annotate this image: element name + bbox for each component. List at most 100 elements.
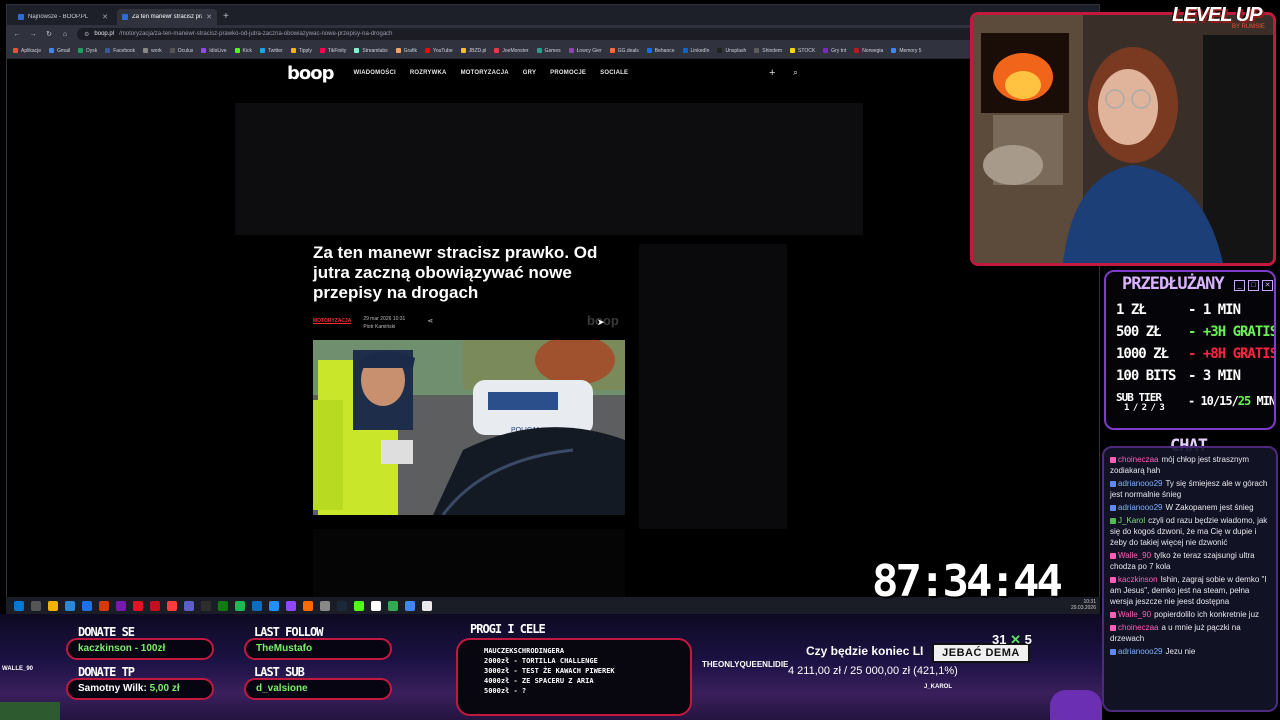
bookmark-item[interactable]: Aplikacje — [13, 48, 41, 54]
taskbar-app-icon[interactable] — [14, 600, 24, 611]
chat-panel: choineczaa mój chłop jest strasznym zodia… — [1102, 446, 1278, 712]
taskbar-app-icon[interactable] — [48, 600, 58, 611]
bookmark-item[interactable]: Unsplash — [717, 48, 746, 54]
taskbar-app-icon[interactable] — [218, 600, 228, 611]
taskbar-app-icon[interactable] — [184, 600, 194, 611]
scroller-text: THEONLYQUEENLIDIE — [702, 660, 789, 669]
taskbar-app-icon[interactable] — [320, 600, 330, 611]
taskbar-app-icon[interactable] — [99, 600, 109, 611]
taskbar-app-icon[interactable] — [65, 600, 75, 611]
bookmark-item[interactable]: Gmail — [49, 48, 70, 54]
bookmark-item[interactable]: Norwegia — [854, 48, 883, 54]
taskbar-app-icon[interactable] — [235, 600, 245, 611]
taskbar-app-icon[interactable] — [133, 600, 143, 611]
sub-tier-minutes: - 10/15/25 MIN — [1188, 394, 1274, 408]
progi-row: 5000zł - ? — [484, 687, 527, 695]
taskbar-app-icon[interactable] — [422, 600, 432, 611]
article-author[interactable]: Piotr Kamiński — [363, 323, 405, 331]
plus-icon[interactable]: + — [769, 67, 775, 79]
bookmark-item[interactable]: STOCK — [790, 48, 815, 54]
bookmark-item[interactable]: Dysk — [78, 48, 97, 54]
taskbar-app-icon[interactable] — [82, 600, 92, 611]
share-icon[interactable]: ⋖ — [427, 317, 433, 325]
bookmark-item[interactable]: IdioLive — [201, 48, 227, 54]
search-icon[interactable]: ⌕ — [793, 67, 798, 78]
home-icon[interactable]: ⌂ — [61, 31, 69, 38]
taskbar-app-icon[interactable] — [337, 600, 347, 611]
bookmark-item[interactable]: Streamlabs — [354, 48, 388, 54]
bookmark-item[interactable]: Gry tnt — [823, 48, 846, 54]
bookmark-item[interactable]: Grafik — [395, 48, 417, 54]
last-sub-label: LAST SUB — [254, 665, 305, 679]
taskbar-clock[interactable]: 10:31 29.03.2026 — [1071, 599, 1096, 611]
taskbar-app-icon[interactable] — [371, 600, 381, 611]
bookmark-item[interactable]: TikFinity — [319, 48, 346, 54]
nav-wiadomosci[interactable]: WIADOMOŚCI — [354, 70, 396, 76]
taskbar-app-icon[interactable] — [269, 600, 279, 611]
bookmark-item[interactable]: JBZD.pl — [460, 48, 486, 54]
tab-najnowsze[interactable]: Najnowsze - BOOP.PL ✕ — [13, 9, 113, 25]
chat-badge-icon — [1110, 504, 1116, 511]
bookmark-item[interactable]: YouTube — [424, 48, 453, 54]
progi-panel: MAUCZEKSCHRODINGERA 2000zł - TORTILLA CHA… — [456, 638, 692, 716]
back-icon[interactable]: ← — [13, 31, 21, 38]
url-input[interactable]: ⚙ boop.pl/motoryzacja/za-ten-manewr-stra… — [77, 28, 1093, 40]
chat-message: choineczaa a u mnie już pączki na drzewac… — [1110, 622, 1270, 644]
nav-motoryzacja[interactable]: MOTORYZACJA — [461, 70, 509, 76]
nav-rozrywka[interactable]: ROZRYWKA — [410, 70, 447, 76]
taskbar-app-icon[interactable] — [31, 600, 41, 611]
browser-window: Najnowsze - BOOP.PL ✕ Za ten manewr stra… — [6, 4, 1100, 614]
bookmark-item[interactable]: Twitter — [259, 48, 283, 54]
taskbar-app-icon[interactable] — [354, 600, 364, 611]
chat-username: adrianooo29 — [1118, 647, 1163, 656]
sub-tier-label: SUB TIER — [1116, 391, 1162, 404]
forward-icon[interactable]: → — [29, 31, 37, 38]
close-tab-icon[interactable]: ✕ — [206, 13, 212, 21]
taskbar-app-icon[interactable] — [303, 600, 313, 611]
bookmark-item[interactable]: Memory 5 — [891, 48, 922, 54]
bookmark-item[interactable]: Oculus — [169, 48, 193, 54]
taskbar-app-icon[interactable] — [252, 600, 262, 611]
close-tab-icon[interactable]: ✕ — [102, 13, 108, 21]
sub-tier-minutes-b: 25 — [1237, 394, 1251, 408]
stream-stats: 31 ✕ 5 — [992, 632, 1032, 648]
bookmark-item[interactable]: LinkedIn — [682, 48, 709, 54]
bookmark-item[interactable]: Facebook — [105, 48, 135, 54]
bookmark-item[interactable]: work — [143, 48, 162, 54]
bookmark-label: Łowcy Gier — [576, 47, 602, 54]
stat-a: 31 — [992, 632, 1007, 647]
tab-article[interactable]: Za ten manewr stracisz prawko ✕ — [117, 9, 217, 25]
nav-promocje[interactable]: PROMOCJE — [550, 70, 586, 76]
new-tab-icon[interactable]: + — [223, 9, 229, 25]
site-info-icon[interactable]: ⚙ — [84, 31, 89, 38]
bookmark-label: Aplikacje — [21, 47, 42, 54]
bookmark-item[interactable]: Tipply — [290, 48, 312, 54]
bookmark-item[interactable]: Behance — [646, 48, 675, 54]
taskbar-app-icon[interactable] — [167, 600, 177, 611]
bookmark-item[interactable]: JoeMonster — [494, 48, 529, 54]
taskbar-app-icon[interactable] — [201, 600, 211, 611]
site-nav: boop WIADOMOŚCI ROZRYWKA MOTORYZACJA GRY… — [287, 63, 628, 84]
price-row-right: - +3H GRATIS — [1188, 324, 1276, 340]
taskbar-app-icon[interactable] — [150, 600, 160, 611]
boop-logo[interactable]: boop — [287, 63, 335, 84]
article-category[interactable]: MOTORYZACJA — [313, 318, 351, 324]
bookmark-item[interactable]: GG.deals — [609, 48, 639, 54]
bookmark-item[interactable]: Łowcy Gier — [568, 47, 602, 54]
subathon-timer: 87:34:44 — [872, 556, 1063, 607]
taskbar-app-icon[interactable] — [116, 600, 126, 611]
chat-badge-icon — [1110, 648, 1116, 655]
nav-sociale[interactable]: SOCIALE — [600, 70, 628, 76]
chat-username: choineczaa — [1118, 455, 1159, 464]
przedluzany-panel: PRZEDŁUŻANY _ □ ✕ 1 ZŁ - 1 MIN 500 ZŁ - … — [1104, 270, 1276, 430]
taskbar-app-icon[interactable] — [405, 600, 415, 611]
nav-gry[interactable]: GRY — [523, 70, 536, 76]
taskbar-app-icon[interactable] — [388, 600, 398, 611]
bookmark-item[interactable]: Shindem — [754, 48, 782, 54]
taskbar-app-icon[interactable] — [286, 600, 296, 611]
karol-tag: J_KAROL — [924, 684, 953, 690]
reload-icon[interactable]: ↻ — [45, 30, 53, 38]
bookmark-item[interactable]: Kick — [234, 48, 252, 54]
price-row-right: - 3 MIN — [1188, 368, 1241, 384]
bookmark-item[interactable]: Games — [536, 48, 561, 54]
